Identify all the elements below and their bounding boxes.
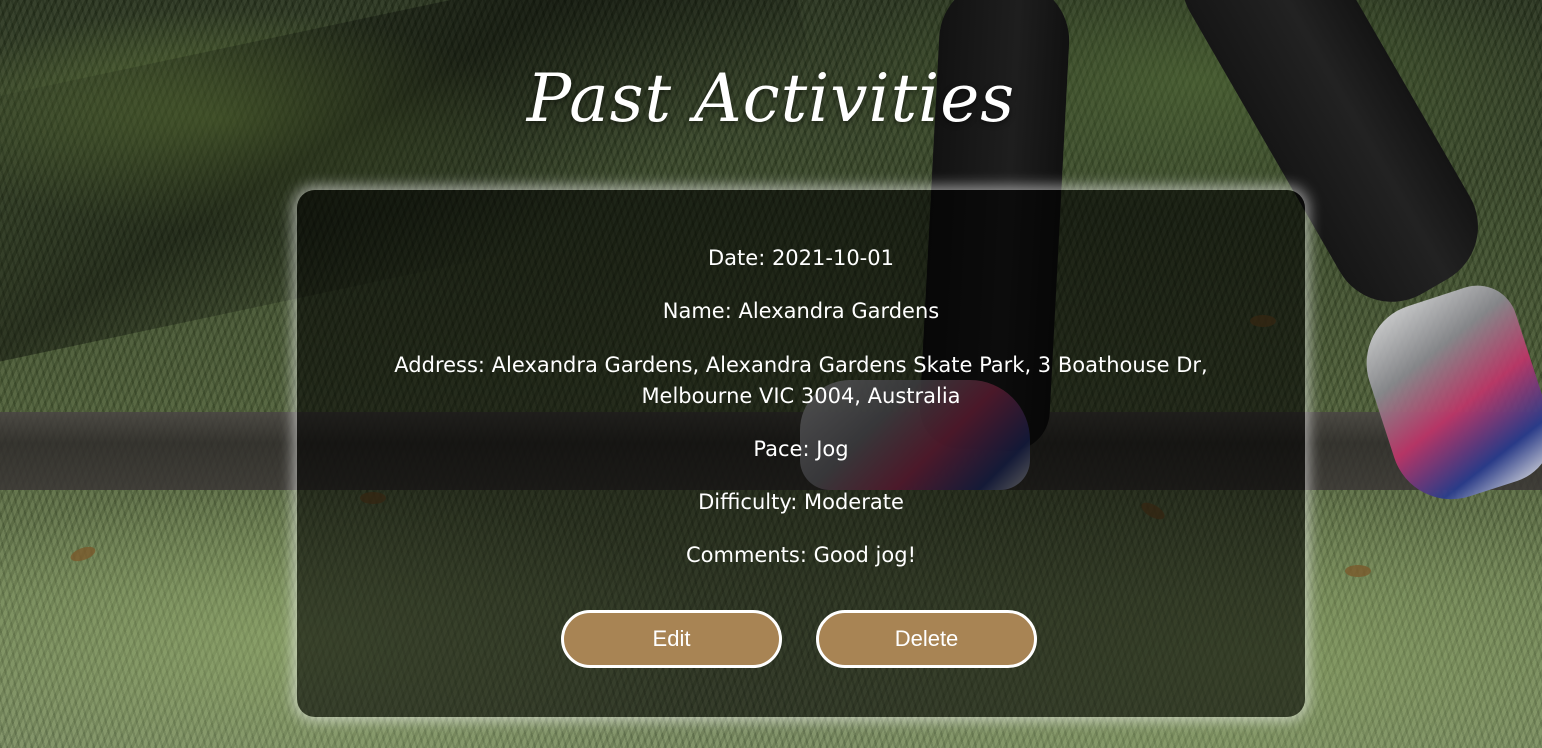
activity-pace: Pace: Jog [753,437,849,461]
edit-button[interactable]: Edit [561,610,782,668]
activity-card: Date: 2021-10-01 Name: Alexandra Gardens… [297,190,1305,717]
activity-date: Date: 2021-10-01 [708,246,894,270]
background-leaf [1345,565,1371,577]
activity-name: Name: Alexandra Gardens [662,299,940,323]
activity-address: Address: Alexandra Gardens, Alexandra Ga… [394,353,1208,408]
page: Past Activities Date: 2021-10-01 Name: A… [0,0,1542,748]
page-title: Past Activities [526,60,1016,137]
delete-button[interactable]: Delete [816,610,1037,668]
activity-comments: Comments: Good jog! [686,543,916,567]
activity-difficulty: Difficulty: Moderate [698,490,904,514]
